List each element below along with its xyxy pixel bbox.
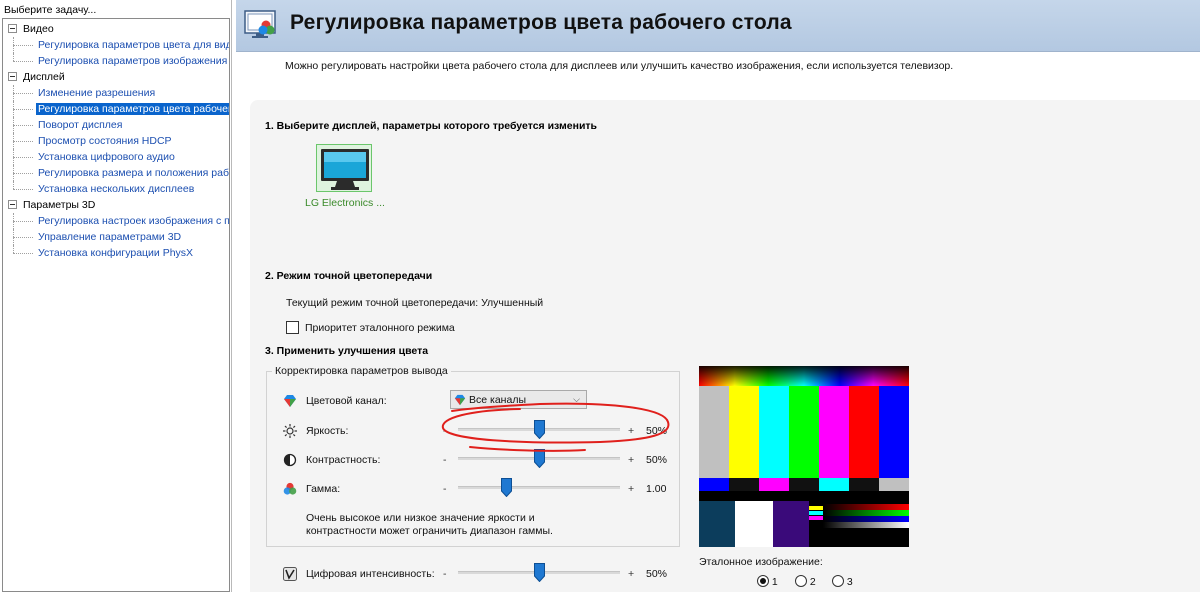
tree-item-desktop-size[interactable]: Регулировка размера и положения рабо bbox=[3, 165, 229, 181]
contrast-plus: + bbox=[628, 454, 635, 466]
contrast-minus: - bbox=[443, 454, 447, 466]
tree-item-change-resolution[interactable]: Изменение разрешения bbox=[3, 85, 229, 101]
section-title-apply-color: 3. Применить улучшения цвета bbox=[265, 345, 429, 357]
display-color-icon bbox=[244, 10, 276, 38]
reference-option-2[interactable]: 2 bbox=[795, 575, 816, 588]
vibrance-value: 50% bbox=[646, 568, 668, 580]
reference-image-label: Эталонное изображение: bbox=[699, 556, 823, 568]
gamma-value: 1.00 bbox=[646, 483, 667, 495]
tree-item-label[interactable]: Изменение разрешения bbox=[36, 87, 157, 99]
radio-label: 2 bbox=[809, 576, 816, 588]
tree-item-digital-audio[interactable]: Установка цифрового аудио bbox=[3, 149, 229, 165]
task-panel-header: Выберите задачу... bbox=[4, 4, 97, 16]
all-channels-icon bbox=[454, 394, 466, 406]
vibrance-plus: + bbox=[628, 568, 635, 580]
tree-category-label: Параметры 3D bbox=[23, 199, 96, 211]
task-tree: Видео Регулировка параметров цвета для в… bbox=[2, 18, 230, 592]
chevron-down-icon[interactable]: ⌵ bbox=[573, 394, 580, 405]
radio-button[interactable] bbox=[757, 575, 769, 587]
tree-item-physx[interactable]: Установка конфигурации PhysX bbox=[3, 245, 229, 261]
display-name[interactable]: LG Electronics ... bbox=[305, 197, 385, 209]
tree-item-rotate-display[interactable]: Поворот дисплея bbox=[3, 117, 229, 133]
tree-item-video-image[interactable]: Регулировка параметров изображения bbox=[3, 53, 229, 69]
page-description: Можно регулировать настройки цвета рабоч… bbox=[285, 60, 954, 72]
tree-item-label[interactable]: Регулировка параметров цвета рабочег bbox=[36, 103, 229, 115]
brightness-label: Яркость: bbox=[306, 425, 349, 437]
nvidia-control-panel: Выберите задачу... Видео Регулировка пар… bbox=[0, 0, 1200, 592]
gamma-slider-track[interactable] bbox=[458, 486, 620, 489]
tree-item-manage-3d[interactable]: Управление параметрами 3D bbox=[3, 229, 229, 245]
tree-item-label[interactable]: Поворот дисплея bbox=[36, 119, 124, 131]
tree-item-hdcp[interactable]: Просмотр состояния HDCP bbox=[3, 133, 229, 149]
gamma-label: Гамма: bbox=[306, 483, 341, 495]
vibrance-minus: - bbox=[443, 568, 447, 580]
radio-label: 3 bbox=[846, 576, 853, 588]
reference-option-3[interactable]: 3 bbox=[832, 575, 853, 588]
tree-category-video[interactable]: Видео bbox=[3, 21, 229, 37]
tree-item-3d-image-settings[interactable]: Регулировка настроек изображения с п bbox=[3, 213, 229, 229]
tree-item-label[interactable]: Установка нескольких дисплеев bbox=[36, 183, 196, 195]
tree-category-label: Дисплей bbox=[23, 71, 65, 83]
radio-button[interactable] bbox=[832, 575, 844, 587]
reference-test-image bbox=[699, 366, 909, 547]
tree-item-label[interactable]: Регулировка настроек изображения с п bbox=[36, 215, 229, 227]
contrast-icon bbox=[283, 453, 297, 467]
tree-item-desktop-color[interactable]: Регулировка параметров цвета рабочег bbox=[3, 101, 229, 117]
collapse-icon[interactable] bbox=[8, 72, 17, 81]
channel-value: Все каналы bbox=[469, 394, 526, 406]
contrast-value: 50% bbox=[646, 454, 668, 466]
collapse-icon[interactable] bbox=[8, 200, 17, 209]
section-title-select-display: 1. Выберите дисплей, параметры которого … bbox=[265, 120, 598, 132]
tree-category-3d[interactable]: Параметры 3D bbox=[3, 197, 229, 213]
brightness-minus: - bbox=[443, 425, 447, 437]
brightness-plus: + bbox=[628, 425, 635, 437]
brightness-value: 50% bbox=[646, 425, 668, 437]
tree-item-label[interactable]: Регулировка размера и положения рабо bbox=[36, 167, 229, 179]
tree-item-label[interactable]: Регулировка параметров цвета для вид bbox=[36, 39, 229, 51]
gamma-icon bbox=[283, 482, 297, 495]
tree-item-label[interactable]: Установка конфигурации PhysX bbox=[36, 247, 195, 259]
page-header: Регулировка параметров цвета рабочего ст… bbox=[236, 0, 1200, 52]
tree-category-label: Видео bbox=[23, 23, 54, 35]
reference-option-1[interactable]: 1 bbox=[757, 575, 778, 588]
reference-mode-checkbox[interactable] bbox=[286, 321, 299, 334]
tree-item-multiple-displays[interactable]: Установка нескольких дисплеев bbox=[3, 181, 229, 197]
channel-label: Цветовой канал: bbox=[306, 395, 387, 407]
tree-item-label[interactable]: Просмотр состояния HDCP bbox=[36, 135, 174, 147]
monitor-icon bbox=[321, 149, 369, 190]
tree-category-display[interactable]: Дисплей bbox=[3, 69, 229, 85]
brightness-slider-thumb[interactable] bbox=[533, 420, 545, 439]
digital-vibrance-icon bbox=[283, 567, 297, 581]
contrast-label: Контрастность: bbox=[306, 454, 381, 466]
tree-item-label[interactable]: Управление параметрами 3D bbox=[36, 231, 183, 243]
tree-item-label[interactable]: Установка цифрового аудио bbox=[36, 151, 177, 163]
group-title: Корректировка параметров вывода bbox=[272, 365, 451, 377]
gamma-slider-thumb[interactable] bbox=[501, 478, 513, 497]
gamma-warning-line1: Очень высокое или низкое значение яркост… bbox=[306, 512, 535, 524]
collapse-icon[interactable] bbox=[8, 24, 17, 33]
display-tile[interactable] bbox=[316, 144, 372, 192]
task-panel: Выберите задачу... Видео Регулировка пар… bbox=[0, 0, 232, 592]
reference-mode-label[interactable]: Приоритет эталонного режима bbox=[305, 322, 455, 334]
section-title-color-accuracy: 2. Режим точной цветопередачи bbox=[265, 270, 433, 282]
radio-button[interactable] bbox=[795, 575, 807, 587]
brightness-icon bbox=[283, 424, 297, 438]
gamma-minus: - bbox=[443, 483, 447, 495]
tree-item-label[interactable]: Регулировка параметров изображения bbox=[36, 55, 229, 67]
vibrance-slider-thumb[interactable] bbox=[533, 563, 545, 582]
radio-label: 1 bbox=[771, 576, 778, 588]
color-channel-icon bbox=[284, 395, 296, 407]
page-title: Регулировка параметров цвета рабочего ст… bbox=[290, 11, 792, 34]
gamma-plus: + bbox=[628, 483, 635, 495]
channel-select[interactable]: Все каналы ⌵ bbox=[450, 390, 587, 409]
digital-vibrance-label: Цифровая интенсивность: bbox=[306, 568, 435, 580]
tree-item-video-color[interactable]: Регулировка параметров цвета для вид bbox=[3, 37, 229, 53]
contrast-slider-thumb[interactable] bbox=[533, 449, 545, 468]
gamma-warning-line2: контрастности может ограничить диапазон … bbox=[306, 525, 553, 537]
current-mode-text: Текущий режим точной цветопередачи: Улуч… bbox=[286, 297, 544, 309]
